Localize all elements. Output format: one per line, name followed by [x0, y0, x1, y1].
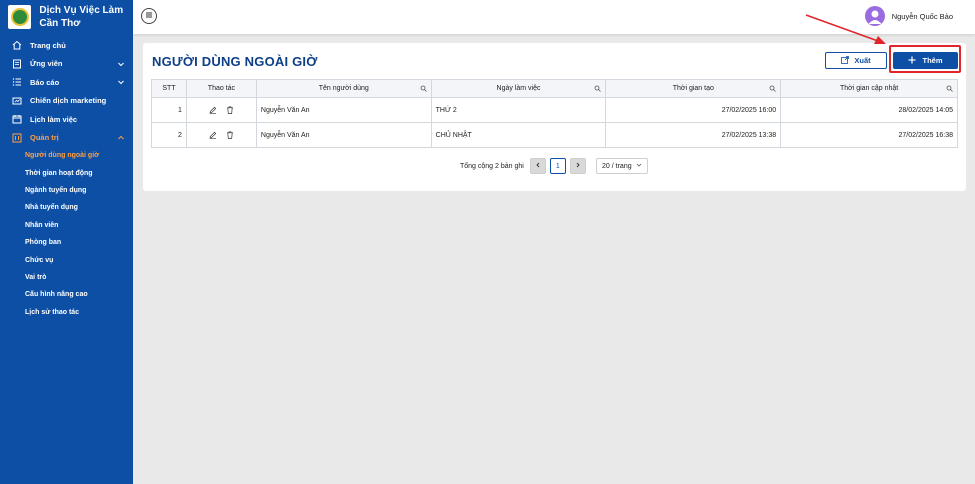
sidebar-subitem-advanced-config[interactable]: Cấu hình nâng cao — [0, 286, 133, 303]
main-card: NGƯỜI DÙNG NGOÀI GIỜ Xuất Thêm STT Thao … — [143, 43, 966, 191]
export-label: Xuất — [854, 56, 871, 65]
export-icon — [841, 55, 850, 66]
sidebar-subitem-action-history[interactable]: Lịch sử thao tác — [0, 304, 133, 321]
cell-actions — [185, 122, 257, 148]
prev-page-button[interactable] — [529, 158, 546, 174]
sidebar: Dịch Vụ Việc Làm Cần Thơ Trang chủ Ứng v… — [0, 0, 133, 484]
pagination: Tổng cộng 2 bản ghi 1 20 / trang — [460, 158, 648, 174]
sidebar-subitem-industries[interactable]: Ngành tuyển dụng — [0, 182, 133, 199]
sidebar-subitem-employers[interactable]: Nhà tuyển dụng — [0, 199, 133, 216]
sidebar-item-schedule[interactable]: Lịch làm việc — [0, 110, 133, 129]
column-header-created-time[interactable]: Thời gian tạo — [605, 79, 782, 98]
chevron-left-icon — [535, 162, 541, 170]
sidebar-item-label: Lịch làm việc — [30, 114, 78, 124]
chevron-down-icon — [636, 162, 642, 170]
next-page-button[interactable] — [569, 158, 586, 174]
add-button[interactable]: Thêm — [893, 52, 958, 69]
table-header-row: STT Thao tác Tên người dùng Ngày làm việ… — [151, 79, 958, 98]
cell-work-day: CHỦ NHẬT — [430, 122, 607, 148]
avatar — [864, 6, 885, 26]
chevron-down-icon — [117, 78, 125, 86]
after-hours-users-table: STT Thao tác Tên người dùng Ngày làm việ… — [151, 79, 958, 148]
sidebar-subitem-departments[interactable]: Phòng ban — [0, 234, 133, 251]
column-header-actions: Thao tác — [185, 79, 257, 98]
logo — [8, 5, 32, 29]
brand-name: Dịch Vụ Việc Làm Cần Thơ — [39, 5, 124, 29]
column-header-username[interactable]: Tên người dùng — [255, 79, 432, 98]
search-icon[interactable] — [594, 85, 602, 92]
sidebar-subitem-operating-time[interactable]: Thời gian hoạt động — [0, 164, 133, 181]
table-row: 1 Nguyễn Văn An THỨ 2 27/02/2025 16:00 2… — [151, 97, 958, 123]
sidebar-item-home[interactable]: Trang chủ — [0, 36, 133, 55]
sidebar-subitem-roles[interactable]: Vai trò — [0, 269, 133, 286]
sidebar-item-label: Ứng viên — [30, 59, 63, 69]
column-header-label: Thời gian cập nhật — [839, 85, 899, 92]
delete-icon[interactable] — [226, 106, 234, 114]
home-icon — [11, 39, 23, 51]
column-header-work-day[interactable]: Ngày làm việc — [430, 79, 607, 98]
page-size-select[interactable]: 20 / trang — [595, 158, 648, 174]
cell-username: Nguyễn Văn An — [255, 97, 432, 123]
table-row: 2 Nguyễn Văn An CHỦ NHẬT 27/02/2025 13:3… — [151, 122, 958, 148]
plus-icon — [908, 56, 916, 66]
pagination-total: Tổng cộng 2 bản ghi — [460, 162, 524, 170]
sidebar-subitem-staff[interactable]: Nhân viên — [0, 217, 133, 234]
user-menu[interactable]: Nguyễn Quốc Bảo — [864, 6, 953, 26]
menu-toggle-button[interactable] — [141, 8, 157, 24]
hamburger-icon — [145, 11, 153, 21]
page-title: NGƯỜI DÙNG NGOÀI GIỜ — [152, 54, 318, 69]
sidebar-item-candidates[interactable]: Ứng viên — [0, 55, 133, 74]
cell-updated-time: 27/02/2025 16:38 — [780, 122, 958, 148]
sidebar-nav: Trang chủ Ứng viên Báo cáo Chiến dịch ma… — [0, 36, 133, 321]
column-header-stt: STT — [151, 79, 187, 98]
cell-created-time: 27/02/2025 13:38 — [605, 122, 782, 148]
sidebar-item-label: Báo cáo — [30, 77, 60, 87]
edit-icon[interactable] — [209, 106, 217, 114]
add-label: Thêm — [922, 56, 943, 65]
sidebar-item-marketing[interactable]: Chiến dịch marketing — [0, 92, 133, 111]
user-name: Nguyễn Quốc Bảo — [891, 11, 953, 21]
chevron-down-icon — [117, 60, 125, 68]
cell-stt: 2 — [151, 122, 187, 148]
search-icon[interactable] — [769, 85, 776, 92]
sidebar-subitem-positions[interactable]: Chức vụ — [0, 251, 133, 268]
sidebar-item-label: Trang chủ — [30, 40, 66, 50]
search-icon[interactable] — [420, 85, 427, 92]
page-size-value: 20 / trang — [602, 162, 632, 170]
sidebar-item-label: Chiến dịch marketing — [30, 96, 107, 106]
sidebar-item-reports[interactable]: Báo cáo — [0, 73, 133, 92]
candidate-icon — [11, 58, 23, 70]
export-button[interactable]: Xuất — [825, 52, 887, 69]
delete-icon[interactable] — [226, 131, 234, 139]
chevron-right-icon — [575, 162, 581, 170]
cell-stt: 1 — [151, 97, 187, 123]
cell-username: Nguyễn Văn An — [255, 122, 432, 148]
cell-updated-time: 28/02/2025 14:05 — [780, 97, 958, 123]
admin-icon — [11, 132, 23, 144]
sidebar-item-admin[interactable]: Quản trị — [0, 129, 133, 148]
page-number-button[interactable]: 1 — [549, 158, 566, 174]
chevron-up-icon — [117, 134, 125, 142]
column-header-label: Ngày làm việc — [496, 85, 541, 92]
cell-actions — [185, 97, 257, 123]
sidebar-item-label: Quản trị — [30, 133, 59, 143]
campaign-icon — [11, 95, 23, 107]
brand[interactable]: Dịch Vụ Việc Làm Cần Thơ — [0, 0, 133, 34]
list-icon — [11, 76, 23, 88]
column-header-updated-time[interactable]: Thời gian cập nhật — [780, 79, 958, 98]
top-header: Nguyễn Quốc Bảo — [133, 0, 975, 34]
sidebar-subitem-after-hours-users[interactable]: Người dùng ngoài giờ — [0, 147, 133, 164]
edit-icon[interactable] — [209, 131, 217, 139]
column-header-label: Tên người dùng — [318, 85, 369, 92]
cell-work-day: THỨ 2 — [430, 97, 607, 123]
cell-created-time: 27/02/2025 16:00 — [605, 97, 782, 123]
calendar-icon — [11, 113, 23, 125]
search-icon[interactable] — [946, 85, 953, 92]
column-header-label: Thời gian tạo — [672, 85, 714, 92]
